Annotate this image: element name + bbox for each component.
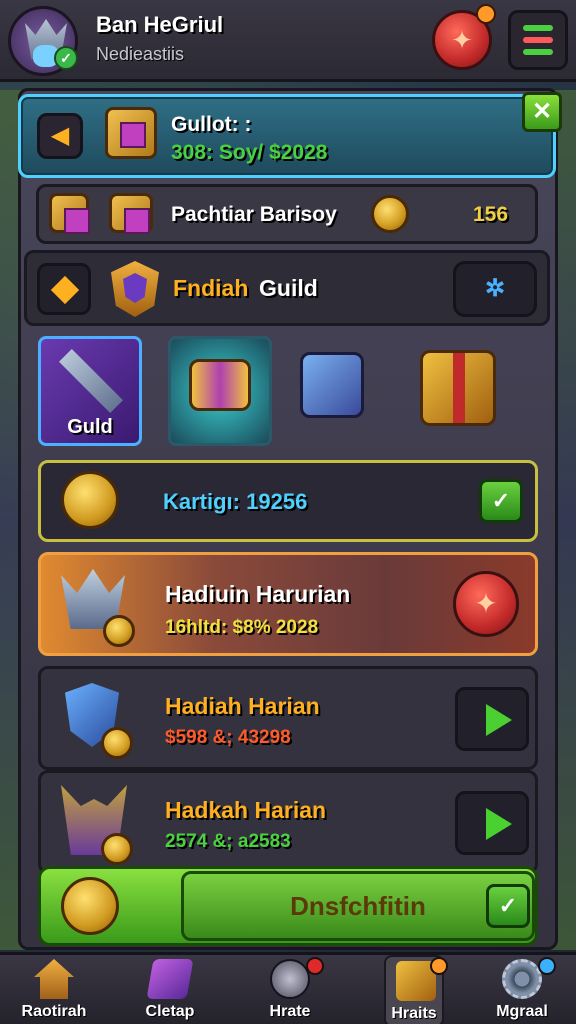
currency-value: 19256 [246,489,308,514]
guild-row[interactable]: Fndiah Guild ✲ [24,250,550,326]
nav-label: Hrate [269,1003,311,1020]
bottom-nav: Raotirah Cletap Hrate Hraits Mgraal [0,952,576,1024]
guild-shield-icon [111,261,159,317]
cards-stack-icon [146,959,194,999]
gold-coin-icon [101,727,133,759]
card-title: Gullot: : [171,113,252,136]
nav-label: Raotirah [21,1003,87,1020]
tile-label: Guld [67,416,113,438]
action-label: Dnsfchfitin [290,891,426,921]
reward-title: Hadiuin Harurian [165,581,351,607]
card-value: 308: Soy/ $2028 [171,141,328,164]
nav-label: Cletap [145,1003,195,1020]
helmet-icon [270,959,310,999]
play-button[interactable] [455,791,529,855]
blue-chest-icon [49,193,90,234]
bottom-action-bar: Dnsfchfitin ✓ [38,866,538,946]
nav-item-home[interactable]: Raotirah [4,955,104,1024]
gold-coin-icon [103,615,135,647]
guild-label-prefix: Fndiah [173,275,249,301]
guild-info-card: ◀ Gullot: : 308: Soy/ $2028 [18,94,556,178]
gold-coin-icon [371,195,409,233]
sword-icon [59,349,123,413]
player-name: Ban HeGriul [96,12,224,37]
notification-dot-icon [476,4,496,24]
notification-dot-icon [538,957,556,975]
gold-coin-icon [101,833,133,865]
nav-item-battle[interactable]: Hrate [240,955,340,1024]
verified-check-icon: ✓ [54,46,78,70]
hamburger-menu-button[interactable] [508,10,568,70]
confirm-check-button[interactable]: ✓ [479,479,523,523]
nav-item-settings[interactable]: Mgraal [472,955,572,1024]
player-subtitle: Nedieastiis [96,44,185,64]
shield-portrait [51,677,139,763]
top-bar: ✓ Ban HeGriul Nedieastiis ✦ [0,0,576,82]
gear-icon [502,959,542,999]
treasure-box-icon [105,107,157,159]
confirm-action-button[interactable]: Dnsfchfitin ✓ [181,871,535,941]
item-tile-scroll[interactable] [168,336,272,446]
house-icon [34,959,74,999]
nav-label: Hraits [391,1005,437,1022]
gold-chest-icon [109,193,153,234]
gold-coin-icon [61,471,119,529]
reward-row-featured[interactable]: Hadiuin Harurian 16hltd: $8% 2028 ✦ [38,552,538,656]
notification-dot-icon [306,957,324,975]
reward-row[interactable]: Hadiah Harian $598 &; 43298 [38,666,538,770]
reward-title: Hadkah Harian [165,797,327,823]
gold-coin-stack-icon [61,877,119,935]
reward-value: 16hltd: $8% 2028 [165,617,319,638]
play-button[interactable] [455,687,529,751]
reward-value: $598 &; 43298 [165,727,291,748]
purchase-value: 156 [473,203,509,226]
nav-item-quests[interactable]: Hraits [384,955,448,1024]
back-arrow-button[interactable]: ◀ [37,113,83,159]
guild-action-button[interactable]: ✲ [453,261,537,317]
reward-row[interactable]: Hadkah Harian 2574 &; a2583 [38,770,538,874]
diamond-icon [37,263,91,315]
reward-value: 2574 &; a2583 [165,831,291,852]
nav-label: Mgraal [496,1003,548,1020]
nav-item-cards[interactable]: Cletap [120,955,220,1024]
hero-portrait [51,781,139,867]
purchase-label: Pachtiar Barisoy [171,203,337,226]
crystal-cannon-icon[interactable] [300,352,364,418]
notification-dot-icon [430,957,448,975]
item-tile-guild[interactable]: Guld [38,336,142,446]
close-button[interactable]: ✕ [522,92,562,132]
reward-title: Hadiah Harian [165,693,320,719]
currency-label: Kartiɡı: 19256 [163,489,308,514]
guild-label: Guild [259,275,318,301]
purchase-row[interactable]: Pachtiar Barisoy 156 [36,184,538,244]
check-icon: ✓ [486,884,530,928]
hero-portrait [51,563,139,649]
currency-row: Kartiɡı: 19256 ✓ [38,460,538,542]
scroll-icon [189,359,251,411]
gift-chest-icon[interactable] [420,350,496,426]
red-coin-icon: ✦ [453,571,519,637]
